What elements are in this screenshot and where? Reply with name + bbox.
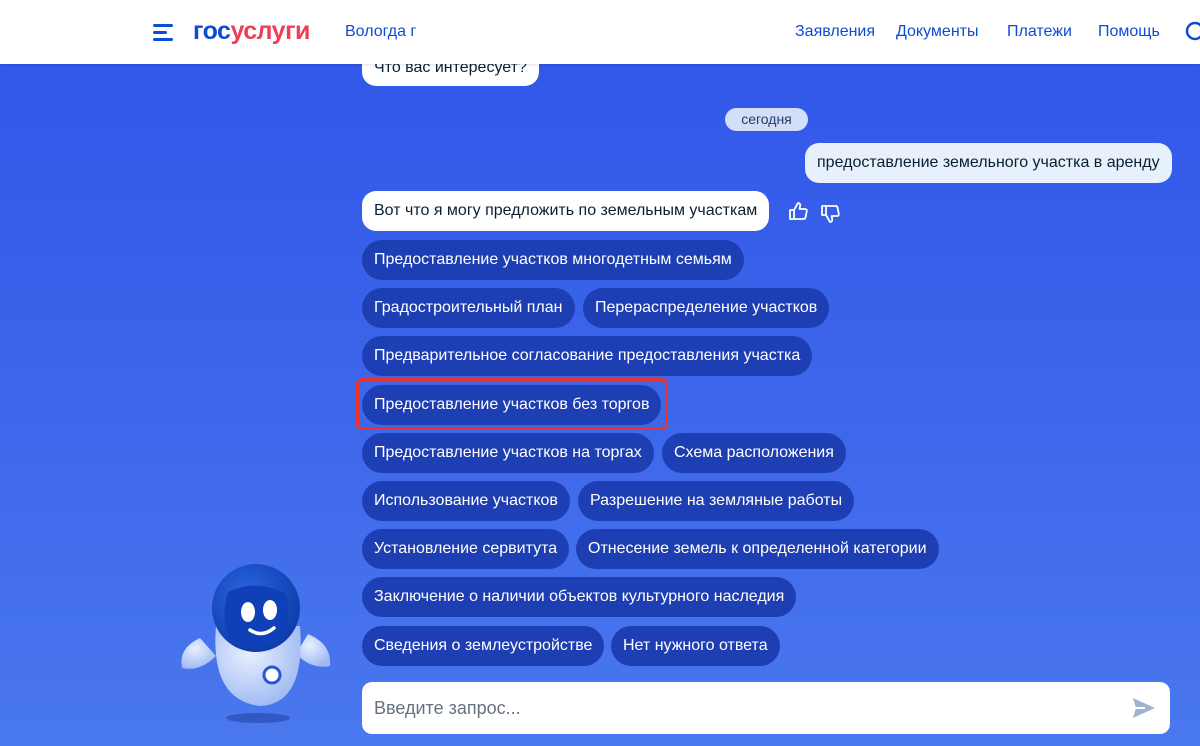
option-easement[interactable]: Установление сервитута	[362, 529, 570, 569]
send-icon[interactable]	[1131, 695, 1157, 721]
thumbs-down-icon[interactable]	[819, 203, 841, 225]
option-without-auction[interactable]: Предоставление участков без торгов	[362, 385, 662, 425]
option-urban-plan[interactable]: Градостроительный план	[362, 288, 575, 328]
nav-help[interactable]: Помощь	[1098, 23, 1160, 41]
option-redistribution[interactable]: Перераспределение участков	[583, 288, 830, 328]
query-input[interactable]	[374, 682, 1114, 734]
logo-part-gos: гос	[193, 17, 231, 45]
option-cultural-heritage[interactable]: Заключение о наличии объектов культурног…	[362, 577, 797, 617]
option-land-category[interactable]: Отнесение земель к определенной категори…	[576, 529, 939, 569]
robot-mascot-icon	[181, 564, 331, 723]
nav-payments[interactable]: Платежи	[1007, 23, 1072, 41]
bot-message: Вот что я могу предложить по земельным у…	[362, 191, 770, 231]
option-large-families[interactable]: Предоставление участков многодетным семь…	[362, 240, 744, 280]
option-at-auction[interactable]: Предоставление участков на торгах	[362, 433, 654, 473]
city-selector[interactable]: Вологда г	[345, 23, 416, 41]
nav-applications[interactable]: Заявления	[795, 23, 875, 41]
logo-part-uslugi: услуги	[230, 17, 310, 45]
gosuslugi-logo[interactable]: госуслуги	[193, 17, 310, 46]
nav-documents[interactable]: Документы	[896, 23, 978, 41]
query-input-box	[362, 682, 1170, 734]
option-land-survey-info[interactable]: Сведения о землеустройстве	[362, 626, 605, 666]
option-preliminary-approval[interactable]: Предварительное согласование предоставле…	[362, 336, 813, 376]
thumbs-up-icon[interactable]	[787, 200, 809, 222]
search-icon[interactable]	[1184, 20, 1200, 42]
top-header: госуслуги Вологда г Заявления Документы …	[0, 0, 1200, 64]
date-separator: сегодня	[725, 108, 808, 131]
option-land-use[interactable]: Использование участков	[362, 481, 570, 521]
option-location-scheme[interactable]: Схема расположения	[662, 433, 846, 473]
user-message: предоставление земельного участка в арен…	[805, 143, 1172, 183]
option-earthworks-permit[interactable]: Разрешение на земляные работы	[578, 481, 855, 521]
menu-icon[interactable]	[153, 22, 175, 42]
option-no-answer[interactable]: Нет нужного ответа	[611, 626, 780, 666]
